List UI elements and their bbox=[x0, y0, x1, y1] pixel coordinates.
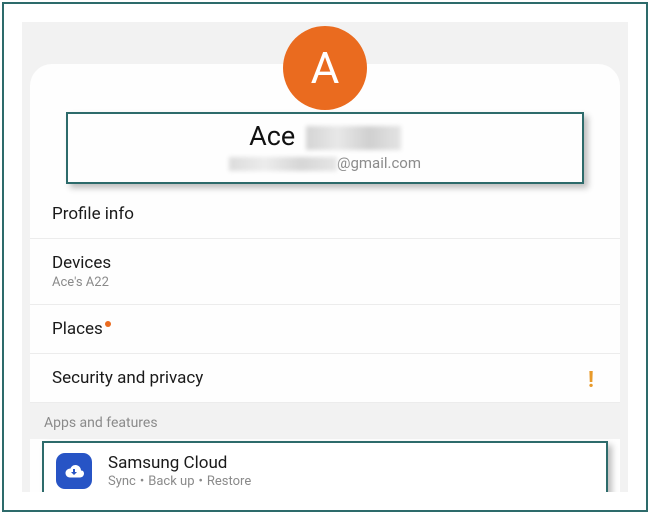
account-name-first: Ace bbox=[249, 120, 295, 152]
devices-row[interactable]: Devices Ace's A22 bbox=[30, 239, 620, 305]
redacted-name bbox=[306, 126, 401, 150]
outer-frame: A Ace @gmail.com Profile info Devices Ac… bbox=[2, 2, 648, 512]
account-email: @gmail.com bbox=[78, 154, 572, 172]
cloud-subtitle: Sync•Back up•Restore bbox=[108, 474, 251, 489]
profile-info-title: Profile info bbox=[52, 204, 598, 224]
cloud-text: Samsung Cloud Sync•Back up•Restore bbox=[108, 453, 251, 489]
account-name: Ace bbox=[78, 120, 572, 152]
devices-title: Devices bbox=[52, 253, 598, 273]
devices-subtitle: Ace's A22 bbox=[52, 275, 598, 290]
security-privacy-row[interactable]: Security and privacy ! bbox=[30, 354, 620, 403]
places-title: Places bbox=[52, 319, 598, 339]
cloud-icon bbox=[56, 453, 92, 489]
email-domain: @gmail.com bbox=[337, 154, 421, 172]
redacted-email bbox=[229, 157, 337, 171]
account-info-highlight[interactable]: Ace @gmail.com bbox=[66, 112, 584, 184]
settings-screen: A Ace @gmail.com Profile info Devices Ac… bbox=[22, 22, 628, 492]
places-row[interactable]: Places bbox=[30, 305, 620, 354]
samsung-cloud-row-highlight[interactable]: Samsung Cloud Sync•Back up•Restore bbox=[42, 441, 608, 492]
alert-icon: ! bbox=[588, 368, 594, 393]
apps-features-header: Apps and features bbox=[22, 403, 628, 439]
avatar[interactable]: A bbox=[283, 26, 367, 110]
account-card: Ace @gmail.com Profile info Devices Ace'… bbox=[30, 64, 620, 492]
profile-info-row[interactable]: Profile info bbox=[30, 190, 620, 239]
notification-dot-icon bbox=[105, 321, 111, 327]
avatar-initial: A bbox=[311, 42, 340, 94]
security-title: Security and privacy bbox=[52, 368, 598, 388]
cloud-title: Samsung Cloud bbox=[108, 453, 251, 473]
